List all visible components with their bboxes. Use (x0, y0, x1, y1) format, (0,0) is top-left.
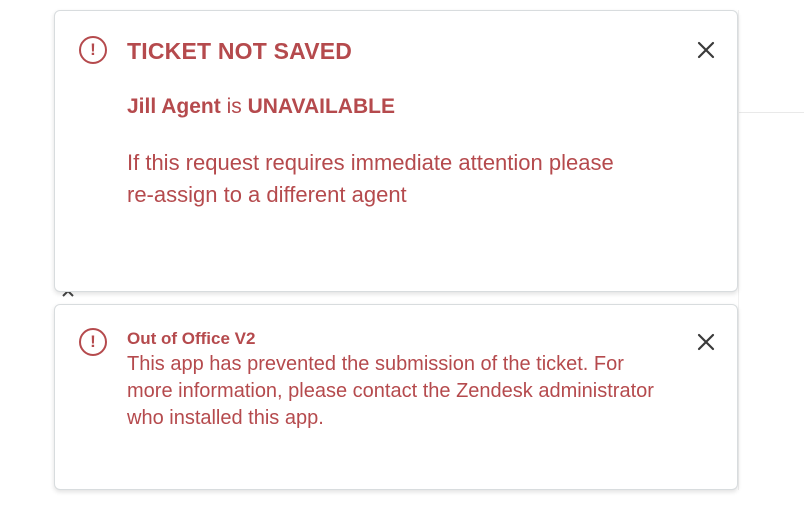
background-divider (738, 10, 739, 490)
alert-message: This app has prevented the submission of… (127, 353, 654, 429)
agent-status-value: UNAVAILABLE (247, 95, 395, 118)
status-connector: is (220, 95, 248, 118)
notification-area: ! TICKET NOT SAVED Jill Agent is UNAVAIL… (0, 0, 804, 520)
agent-status: Jill Agent is UNAVAILABLE (127, 95, 395, 119)
alert-title: TICKET NOT SAVED (127, 38, 353, 64)
background-divider (738, 112, 804, 113)
alert-message: If this request requires immediate atten… (127, 150, 614, 207)
alert-title: Out of Office V2 (127, 329, 256, 348)
alert-circle-icon: ! (79, 36, 107, 64)
agent-name: Jill Agent (127, 95, 221, 118)
ticket-not-saved-alert: ! TICKET NOT SAVED Jill Agent is UNAVAIL… (54, 10, 738, 292)
out-of-office-alert: ! Out of Office V2 This app has prevente… (54, 304, 738, 490)
close-icon (697, 41, 715, 59)
alert-circle-icon: ! (79, 328, 107, 356)
close-button[interactable] (691, 35, 721, 65)
close-button[interactable] (691, 327, 721, 357)
close-icon (697, 333, 715, 351)
